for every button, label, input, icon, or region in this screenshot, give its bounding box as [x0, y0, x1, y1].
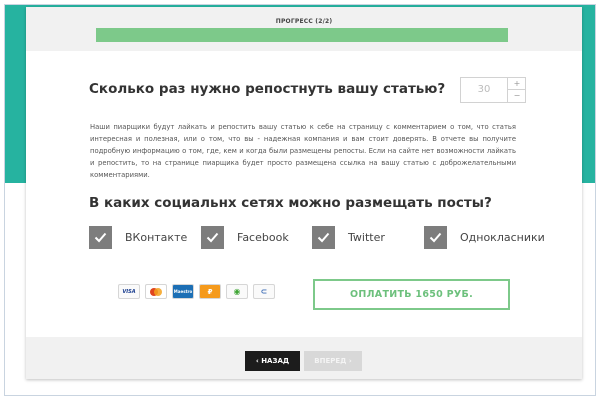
progress-bar-fill: [96, 28, 508, 42]
decrement-button[interactable]: −: [508, 90, 526, 102]
navigation-footer: ‹ НАЗАД ВПЕРЕД ›: [26, 337, 582, 379]
progress-label: ПРОГРЕСС (2/2): [275, 18, 333, 25]
repost-count-stepper[interactable]: 30 + −: [460, 77, 526, 103]
back-button[interactable]: ‹ НАЗАД: [245, 351, 300, 371]
network-option-vkontakte[interactable]: ВКонтакте: [89, 225, 187, 249]
sberbank-icon: ◉: [226, 284, 248, 299]
network-option-odnoklassniki[interactable]: Однокласники: [424, 225, 545, 249]
progress-bar: [96, 28, 508, 42]
wallet-icon: ⊂: [253, 284, 275, 299]
progress-section: ПРОГРЕСС (2/2): [26, 7, 582, 51]
next-button[interactable]: ВПЕРЕД ›: [304, 351, 362, 371]
screenshot-frame: ПРОГРЕСС (2/2) Сколько раз нужно репостн…: [4, 4, 596, 396]
yandex-money-icon: ₽: [199, 284, 221, 299]
checkbox[interactable]: [312, 225, 335, 249]
network-label: Twitter: [348, 230, 385, 244]
repost-description: Наши пиарщики будут лайкать и репостить …: [90, 123, 516, 179]
network-option-twitter[interactable]: Twitter: [312, 225, 385, 249]
checkbox[interactable]: [201, 225, 224, 249]
checkmark-icon: [317, 232, 330, 242]
order-card: ПРОГРЕСС (2/2) Сколько раз нужно репостн…: [26, 7, 582, 379]
checkmark-icon: [94, 232, 107, 242]
mastercard-circles: [150, 287, 162, 296]
mastercard-icon: [145, 284, 167, 299]
stepper-buttons: + −: [507, 78, 526, 102]
pay-button[interactable]: ОПЛАТИТЬ 1650 РУБ.: [313, 279, 510, 310]
increment-button[interactable]: +: [508, 78, 526, 90]
repost-count-question: Сколько раз нужно репостнуть вашу статью…: [89, 81, 446, 97]
network-option-facebook[interactable]: Facebook: [201, 225, 289, 249]
network-label: Однокласники: [460, 230, 545, 244]
checkbox[interactable]: [89, 225, 112, 249]
checkmark-icon: [206, 232, 219, 242]
checkmark-icon: [429, 232, 442, 242]
payment-methods: VISA Maestro ₽ ◉ ⊂: [118, 284, 275, 302]
network-label: Facebook: [237, 230, 289, 244]
repost-count-input[interactable]: 30: [461, 78, 507, 102]
checkbox[interactable]: [424, 225, 447, 249]
maestro-icon: Maestro: [172, 284, 194, 299]
network-label: ВКонтакте: [125, 230, 188, 244]
social-networks-question: В каких социальнх сетях можно размещать …: [89, 195, 492, 211]
visa-icon: VISA: [118, 284, 140, 299]
